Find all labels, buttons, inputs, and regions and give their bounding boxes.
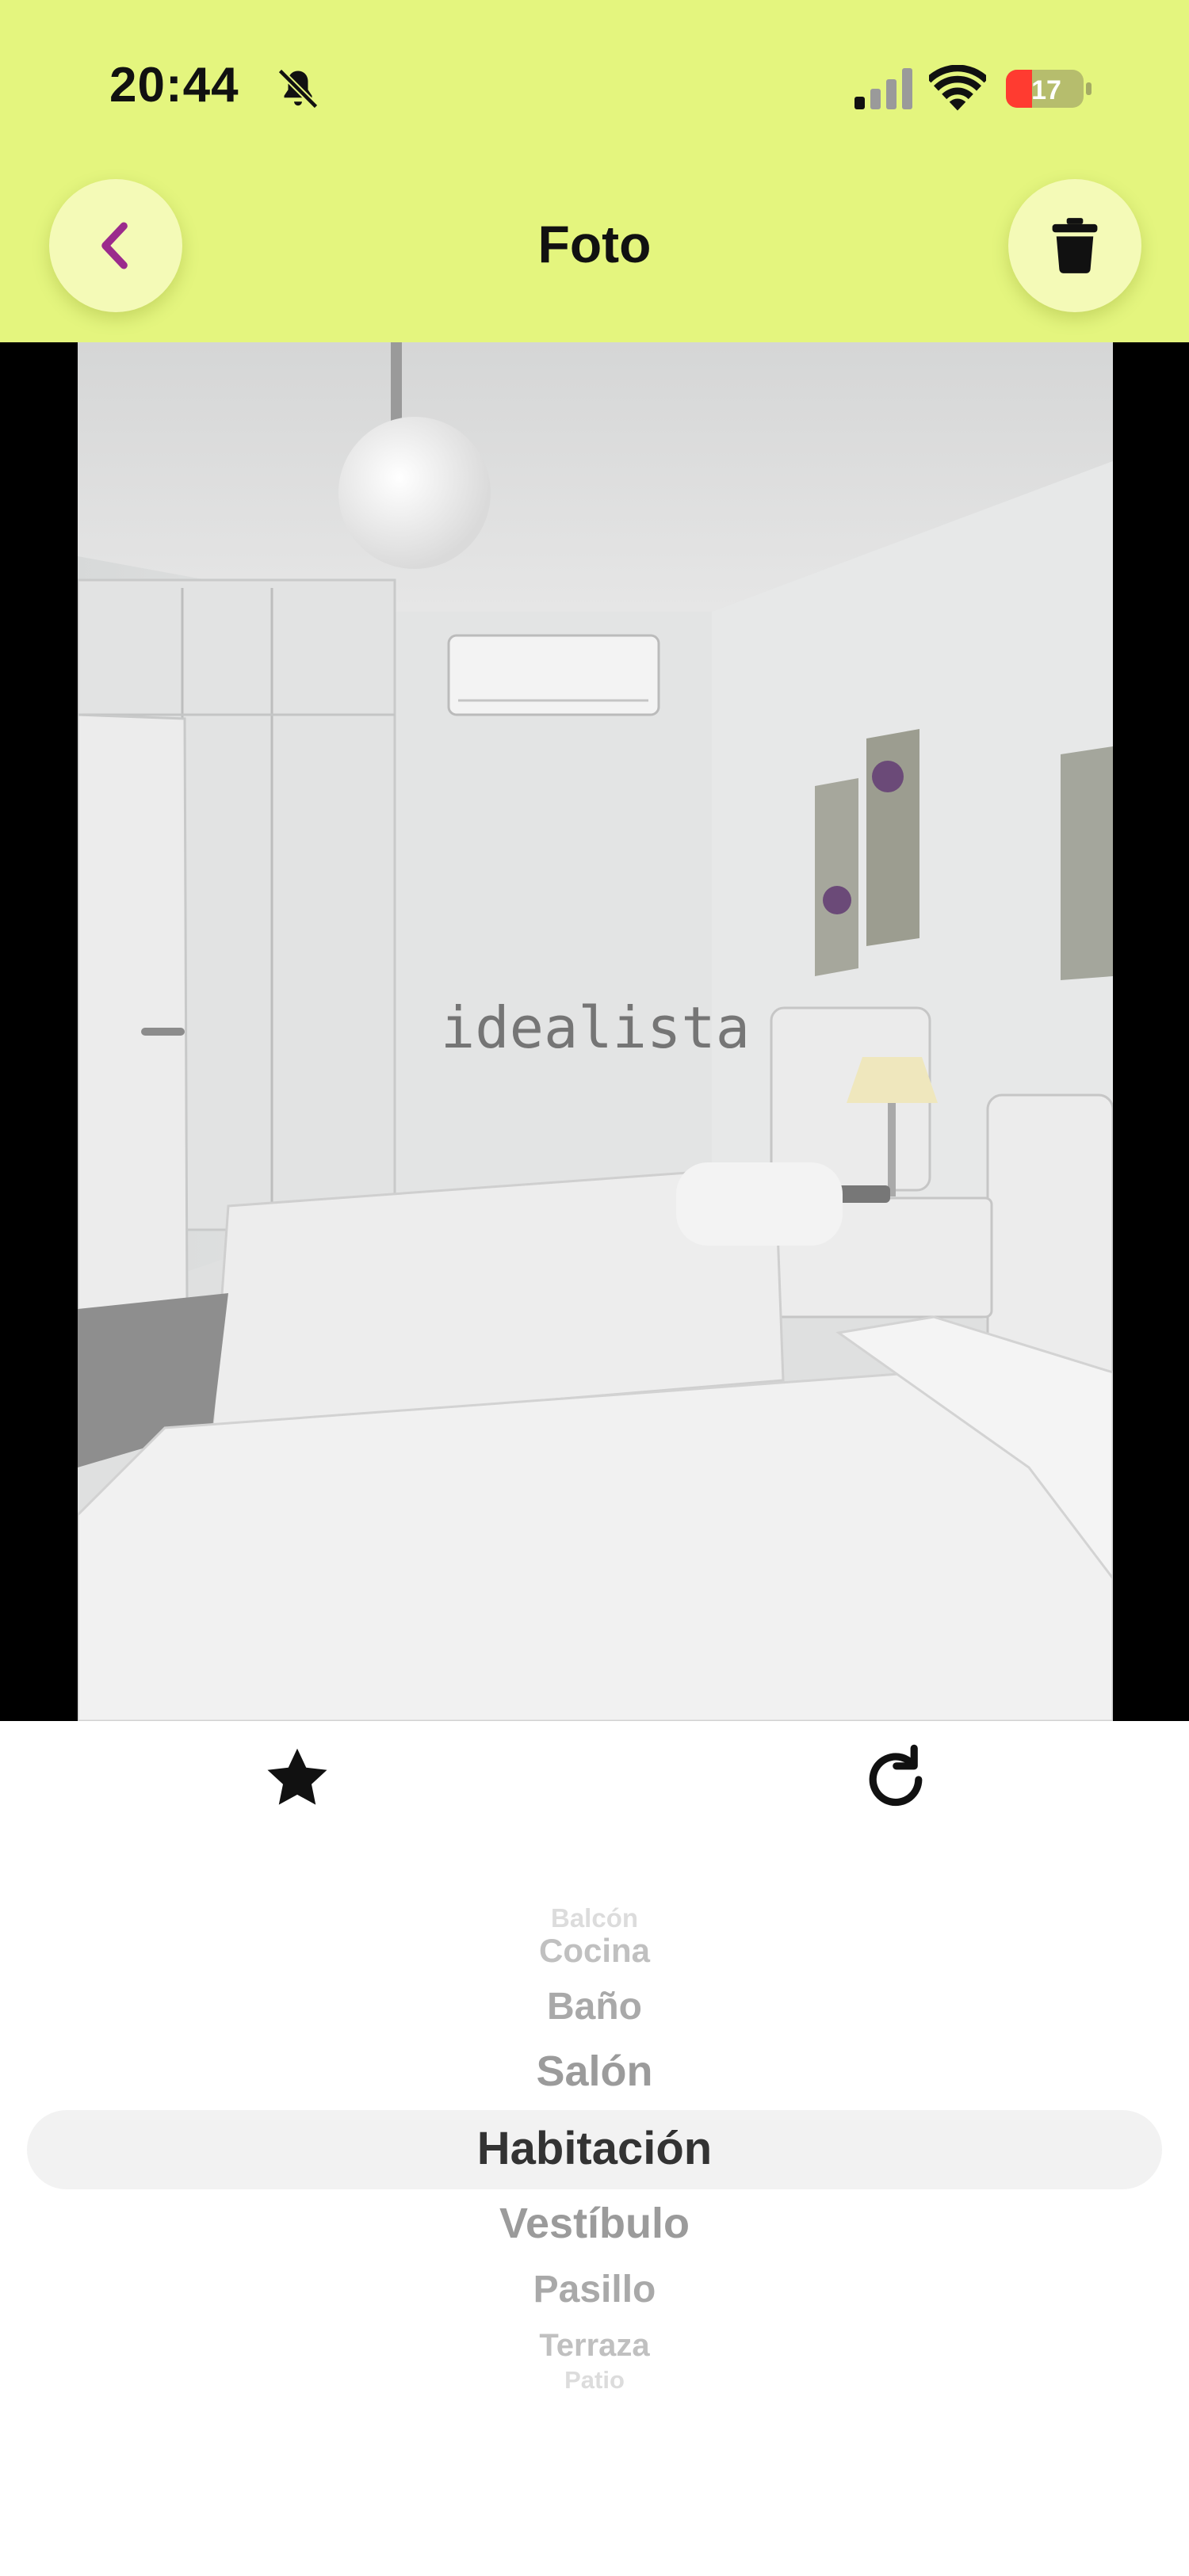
picker-option-habitacion[interactable]: Habitación xyxy=(0,2122,1189,2175)
signal-icon xyxy=(854,68,912,109)
battery-level: 17 xyxy=(1031,75,1061,105)
battery-icon: 17 xyxy=(1006,70,1092,108)
bell-slash-icon xyxy=(277,68,319,109)
picker-option-balcon[interactable]: Balcón xyxy=(0,1903,1189,1933)
picker-option-patio[interactable]: Patio xyxy=(0,2366,1189,2395)
photo-watermark: idealista xyxy=(441,994,750,1061)
photo-viewer[interactable]: idealista xyxy=(0,342,1189,1721)
picker-option-cocina[interactable]: Cocina xyxy=(0,1932,1189,1970)
picker-option-terraza[interactable]: Terraza xyxy=(0,2328,1189,2364)
picker-option-pasillo[interactable]: Pasillo xyxy=(0,2268,1189,2311)
photo-actions xyxy=(0,1721,1189,1840)
picker-option-salon[interactable]: Salón xyxy=(0,2047,1189,2096)
status-time: 20:44 xyxy=(109,58,239,113)
delete-button[interactable] xyxy=(1008,179,1141,312)
wifi-icon xyxy=(929,65,986,111)
star-icon[interactable] xyxy=(262,1743,333,1815)
picker-option-vestibulo[interactable]: Vestíbulo xyxy=(0,2199,1189,2248)
room-photo: idealista xyxy=(78,342,1113,1721)
trash-icon xyxy=(1052,218,1098,273)
header-bar: 20:44 17 Foto xyxy=(0,0,1189,342)
rotate-icon[interactable] xyxy=(858,1740,934,1816)
picker-option-bano[interactable]: Baño xyxy=(0,1985,1189,2028)
